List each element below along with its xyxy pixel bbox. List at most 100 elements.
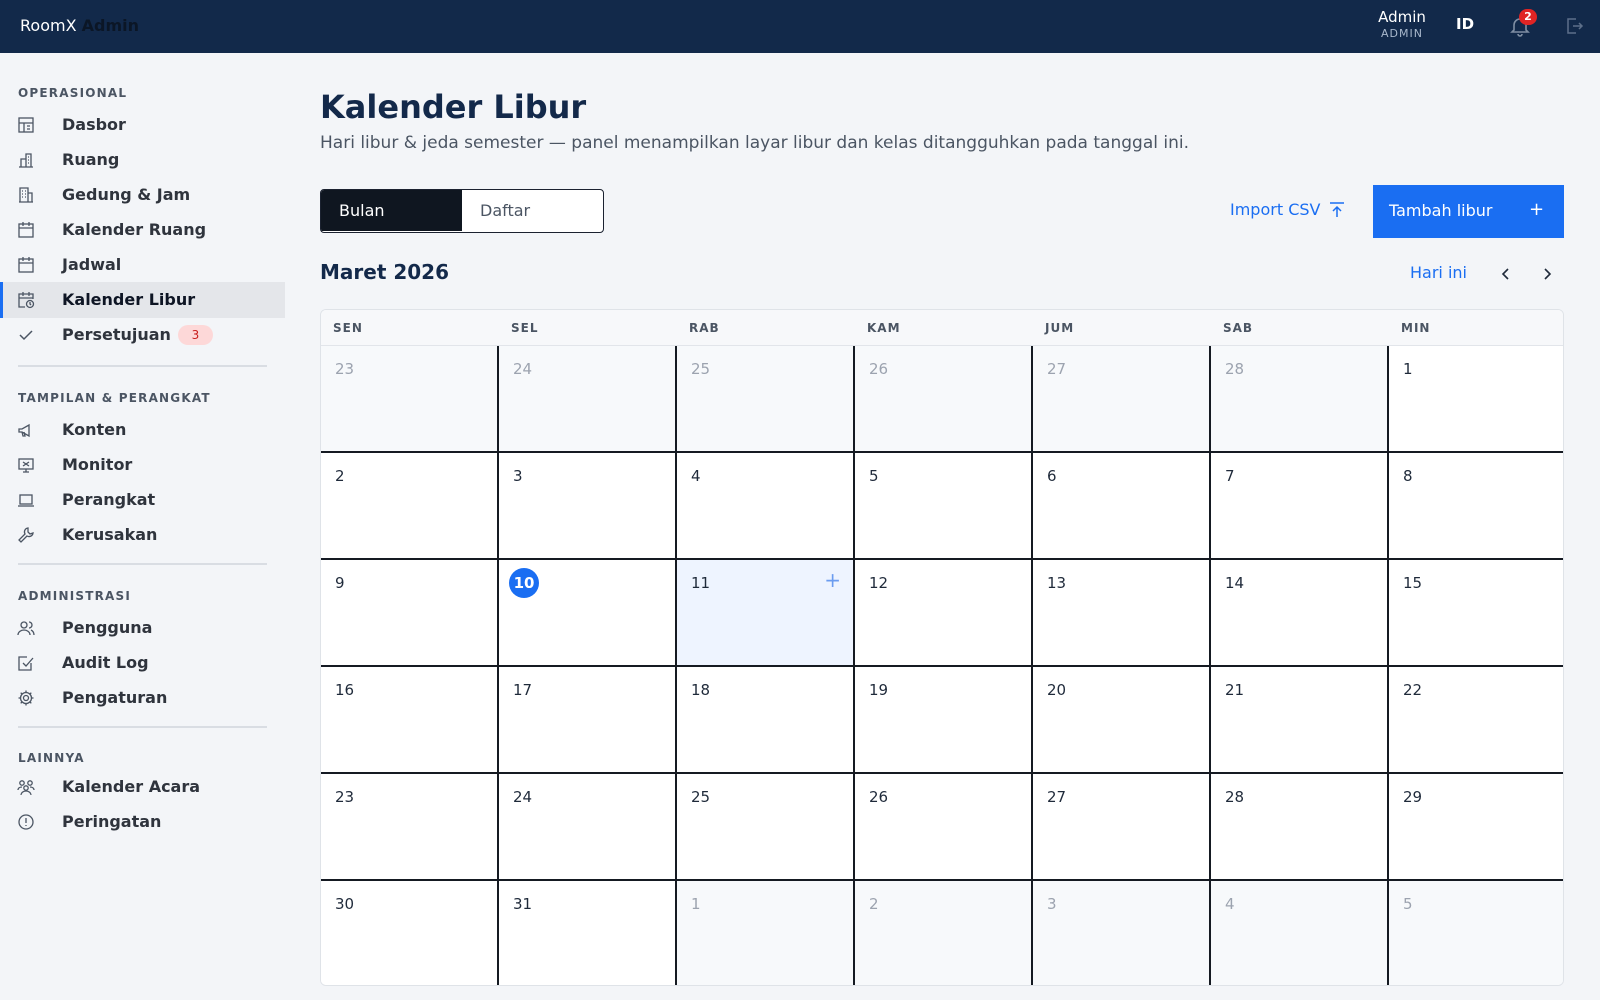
weekday-label: SEL bbox=[511, 321, 539, 335]
day-number: 13 bbox=[1047, 574, 1067, 592]
day-number: 23 bbox=[335, 360, 355, 378]
section-title-tampilan: TAMPILAN & PERANGKAT bbox=[18, 391, 211, 405]
calendar-day-cell[interactable]: 4 bbox=[677, 453, 855, 560]
calendar-day-cell[interactable]: 13 bbox=[1033, 560, 1211, 667]
sidebar: OPERASIONAL Dasbor Ruang Gedung & Jam Ka… bbox=[0, 53, 285, 1000]
calendar-day-cell[interactable]: 29 bbox=[1389, 774, 1563, 881]
calendar-day-cell[interactable]: 30 bbox=[321, 881, 499, 985]
sidebar-item-ruang[interactable]: Ruang bbox=[0, 142, 285, 178]
schedule-icon bbox=[18, 257, 34, 273]
calendar-day-cell[interactable]: 10 bbox=[499, 560, 677, 667]
calendar-day-cell[interactable]: 3 bbox=[1033, 881, 1211, 985]
calendar-day-cell[interactable]: 20 bbox=[1033, 667, 1211, 774]
calendar-day-cell[interactable]: 9 bbox=[321, 560, 499, 667]
calendar-day-cell[interactable]: 28 bbox=[1211, 346, 1389, 453]
month-label: Maret 2026 bbox=[320, 260, 450, 284]
calendar-day-cell[interactable]: 25 bbox=[677, 774, 855, 881]
calendar-icon bbox=[18, 222, 34, 238]
section-title-administrasi: ADMINISTRASI bbox=[18, 589, 132, 603]
calendar-day-cell[interactable]: 5 bbox=[855, 453, 1033, 560]
calendar-day-cell[interactable]: 11 + bbox=[677, 560, 855, 667]
import-csv-button[interactable]: Import CSV bbox=[1230, 200, 1320, 219]
sidebar-item-persetujuan[interactable]: Persetujuan 3 bbox=[0, 317, 285, 353]
day-number: 1 bbox=[1403, 360, 1413, 378]
calendar-day-cell[interactable]: 26 bbox=[855, 346, 1033, 453]
sidebar-item-pengaturan[interactable]: Pengaturan bbox=[0, 680, 285, 716]
upload-icon[interactable] bbox=[1328, 201, 1346, 219]
add-day-plus-icon[interactable]: + bbox=[824, 568, 841, 592]
megaphone-icon bbox=[18, 423, 30, 438]
day-number: 23 bbox=[335, 788, 355, 806]
sidebar-item-dasbor[interactable]: Dasbor bbox=[0, 107, 285, 143]
calendar-day-cell[interactable]: 7 bbox=[1211, 453, 1389, 560]
calendar-day-cell[interactable]: 4 bbox=[1211, 881, 1389, 985]
calendar-day-cell[interactable]: 1 bbox=[677, 881, 855, 985]
sidebar-item-monitor[interactable]: Monitor bbox=[0, 447, 285, 483]
calendar-day-cell[interactable]: 15 bbox=[1389, 560, 1563, 667]
calendar-day-cell[interactable]: 1 bbox=[1389, 346, 1563, 453]
calendar-day-cell[interactable]: 27 bbox=[1033, 346, 1211, 453]
tab-bulan[interactable]: Bulan bbox=[321, 190, 462, 231]
user-menu[interactable]: Admin ADMIN bbox=[1376, 8, 1428, 42]
section-title-operasional: OPERASIONAL bbox=[18, 86, 128, 100]
sidebar-item-audit-log[interactable]: Audit Log bbox=[0, 645, 285, 681]
sidebar-item-peringatan[interactable]: Peringatan bbox=[0, 804, 285, 840]
weekday-label: JUM bbox=[1045, 321, 1075, 335]
calendar-day-cell[interactable]: 26 bbox=[855, 774, 1033, 881]
wrench-icon bbox=[18, 527, 34, 543]
sidebar-item-kerusakan[interactable]: Kerusakan bbox=[0, 517, 285, 553]
calendar-day-cell[interactable]: 23 bbox=[321, 774, 499, 881]
language-switch[interactable]: ID bbox=[1456, 15, 1474, 33]
weekday-label: MIN bbox=[1401, 321, 1431, 335]
calendar-day-cell[interactable]: 25 bbox=[677, 346, 855, 453]
sidebar-item-perangkat[interactable]: Perangkat bbox=[0, 482, 285, 518]
day-number: 9 bbox=[335, 574, 345, 592]
day-number: 20 bbox=[1047, 681, 1067, 699]
app-brand[interactable]: RoomX Admin bbox=[20, 16, 139, 35]
sidebar-item-konten[interactable]: Konten bbox=[0, 412, 285, 448]
day-number: 5 bbox=[869, 467, 879, 485]
day-number: 28 bbox=[1225, 788, 1245, 806]
calendar-day-cell[interactable]: 31 bbox=[499, 881, 677, 985]
calendar-day-cell[interactable]: 14 bbox=[1211, 560, 1389, 667]
calendar-day-cell[interactable]: 17 bbox=[499, 667, 677, 774]
sidebar-item-kalender-libur[interactable]: Kalender Libur bbox=[0, 282, 285, 318]
calendar-day-cell[interactable]: 21 bbox=[1211, 667, 1389, 774]
sidebar-item-label: Kalender Libur bbox=[62, 290, 196, 309]
calendar-day-cell[interactable]: 28 bbox=[1211, 774, 1389, 881]
day-number: 1 bbox=[691, 895, 701, 913]
sidebar-item-kalender-acara[interactable]: Kalender Acara bbox=[0, 769, 285, 805]
day-number: 2 bbox=[335, 467, 345, 485]
add-holiday-button[interactable]: Tambah libur + bbox=[1373, 185, 1564, 238]
sidebar-item-label: Dasbor bbox=[62, 115, 126, 134]
calendar-day-cell[interactable]: 12 bbox=[855, 560, 1033, 667]
calendar-day-cell[interactable]: 3 bbox=[499, 453, 677, 560]
calendar-day-cell[interactable]: 22 bbox=[1389, 667, 1563, 774]
calendar-day-cell[interactable]: 6 bbox=[1033, 453, 1211, 560]
calendar-day-cell[interactable]: 24 bbox=[499, 346, 677, 453]
calendar-day-cell[interactable]: 19 bbox=[855, 667, 1033, 774]
weekday-label: SAB bbox=[1223, 321, 1254, 335]
sidebar-item-pengguna[interactable]: Pengguna bbox=[0, 610, 285, 646]
chevron-left-icon[interactable] bbox=[1497, 265, 1515, 283]
day-number: 8 bbox=[1403, 467, 1413, 485]
calendar-day-cell[interactable]: 18 bbox=[677, 667, 855, 774]
sidebar-item-kalender-ruang[interactable]: Kalender Ruang bbox=[0, 212, 285, 248]
sidebar-item-jadwal[interactable]: Jadwal bbox=[0, 247, 285, 283]
tab-daftar[interactable]: Daftar bbox=[462, 190, 603, 231]
calendar-day-cell[interactable]: 16 bbox=[321, 667, 499, 774]
sidebar-item-gedung[interactable]: Gedung & Jam bbox=[0, 177, 285, 213]
logout-icon[interactable] bbox=[1564, 16, 1584, 36]
calendar-day-cell[interactable]: 2 bbox=[855, 881, 1033, 985]
audit-icon bbox=[18, 656, 34, 671]
chevron-right-icon[interactable] bbox=[1538, 265, 1556, 283]
calendar-day-cell[interactable]: 24 bbox=[499, 774, 677, 881]
today-button[interactable]: Hari ini bbox=[1410, 263, 1467, 282]
calendar-day-cell[interactable]: 2 bbox=[321, 453, 499, 560]
calendar-day-cell[interactable]: 23 bbox=[321, 346, 499, 453]
calendar-day-cell[interactable]: 27 bbox=[1033, 774, 1211, 881]
calendar-day-cell[interactable]: 8 bbox=[1389, 453, 1563, 560]
sidebar-item-label: Peringatan bbox=[62, 812, 162, 831]
day-number: 22 bbox=[1403, 681, 1423, 699]
calendar-day-cell[interactable]: 5 bbox=[1389, 881, 1563, 985]
